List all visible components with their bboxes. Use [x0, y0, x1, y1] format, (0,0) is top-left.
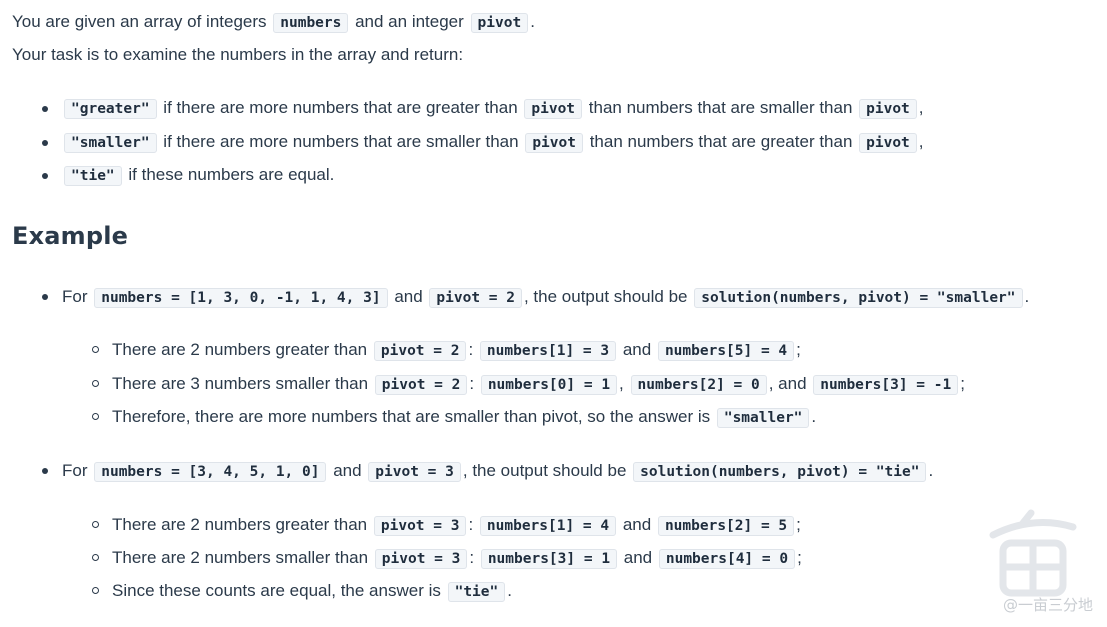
- rule-greater: "greater" if there are more numbers that…: [62, 97, 924, 119]
- circle-bullet-icon: [92, 521, 99, 528]
- text-segment: You are given an array of integers: [12, 12, 272, 31]
- text-segment: , and: [768, 374, 812, 393]
- inline-code: pivot = 2: [373, 341, 467, 361]
- inline-code: pivot: [525, 133, 583, 153]
- text-segment: , the output should be: [523, 287, 693, 306]
- inline-code: "smaller": [64, 133, 157, 153]
- inline-code: numbers[2] = 5: [657, 516, 795, 536]
- inline-code: numbers[3] = 1: [480, 549, 618, 569]
- text-segment: .: [1024, 287, 1030, 306]
- text-segment: Since these counts are equal, the answer…: [112, 581, 446, 600]
- inline-code: numbers: [273, 13, 349, 33]
- bullet-icon: [42, 140, 48, 146]
- text-segment: There are 3 numbers smaller than: [112, 374, 373, 393]
- intro-line-2: Your task is to examine the numbers in t…: [12, 45, 464, 64]
- text-segment: :: [469, 374, 479, 393]
- text-segment: and: [328, 461, 367, 480]
- inline-code: pivot = 2: [429, 288, 522, 308]
- inline-code: numbers[5] = 4: [657, 341, 795, 361]
- inline-code: pivot: [859, 133, 917, 153]
- text-segment: ;: [796, 515, 801, 534]
- inline-code: solution(numbers, pivot) = "smaller": [694, 288, 1023, 308]
- text-segment: and: [618, 340, 656, 359]
- text-segment: For: [62, 461, 93, 480]
- bullet-icon: [42, 173, 48, 179]
- inline-code: pivot = 3: [374, 549, 468, 569]
- text-segment: if these numbers are equal.: [123, 165, 335, 184]
- example-1-detail-1: There are 2 numbers greater than pivot =…: [112, 339, 801, 361]
- inline-code: pivot = 3: [373, 516, 467, 536]
- text-segment: There are 2 numbers greater than: [112, 515, 372, 534]
- text-segment: and: [618, 515, 656, 534]
- inline-code: "tie": [64, 166, 122, 186]
- circle-bullet-icon: [92, 346, 99, 353]
- inline-code: pivot = 2: [374, 375, 468, 395]
- inline-code: numbers[1] = 3: [479, 341, 617, 361]
- text-segment: There are 2 numbers greater than: [112, 340, 372, 359]
- text-segment: Therefore, there are more numbers that a…: [112, 407, 715, 426]
- text-segment: , the output should be: [462, 461, 632, 480]
- text-segment: if there are more numbers that are great…: [158, 98, 523, 117]
- example-2-detail-2: There are 2 numbers smaller than pivot =…: [112, 547, 802, 569]
- text-segment: ,: [918, 132, 924, 151]
- inline-code: numbers[4] = 0: [658, 549, 796, 569]
- inline-code: pivot: [524, 99, 583, 119]
- example-1-intro: For numbers = [1, 3, 0, -1, 1, 4, 3] and…: [62, 286, 1029, 308]
- text-segment: than numbers that are smaller than: [584, 98, 858, 117]
- text-segment: than numbers that are greater than: [584, 132, 858, 151]
- text-segment: :: [468, 340, 478, 359]
- text-segment: .: [928, 461, 934, 480]
- text-segment: .: [507, 581, 512, 600]
- inline-code: "greater": [64, 99, 157, 119]
- text-segment: and: [619, 548, 657, 567]
- example-1-detail-2: There are 3 numbers smaller than pivot =…: [112, 373, 965, 395]
- example-2-detail-1: There are 2 numbers greater than pivot =…: [112, 514, 801, 536]
- inline-code: numbers[1] = 4: [479, 516, 617, 536]
- text-segment: :: [469, 548, 479, 567]
- inline-code: numbers = [1, 3, 0, -1, 1, 4, 3]: [94, 288, 388, 308]
- inline-code: pivot: [470, 13, 529, 33]
- inline-code: "tie": [447, 582, 506, 602]
- text-segment: and an integer: [350, 12, 469, 31]
- intro-line-1: You are given an array of integers numbe…: [12, 11, 535, 33]
- circle-bullet-icon: [92, 413, 99, 420]
- example-2-detail-3: Since these counts are equal, the answer…: [112, 580, 512, 602]
- text-segment: For: [62, 287, 93, 306]
- bullet-icon: [42, 468, 48, 474]
- text-segment: :: [468, 515, 478, 534]
- circle-bullet-icon: [92, 380, 99, 387]
- watermark-text: @一亩三分地: [1002, 596, 1093, 614]
- example-2-intro: For numbers = [3, 4, 5, 1, 0] and pivot …: [62, 460, 933, 482]
- inline-code: solution(numbers, pivot) = "tie": [633, 462, 927, 482]
- inline-code: pivot: [859, 99, 917, 119]
- inline-code: numbers[3] = -1: [813, 375, 959, 395]
- inline-code: "smaller": [716, 408, 810, 428]
- text-segment: ;: [960, 374, 965, 393]
- text-segment: ,: [619, 374, 629, 393]
- text-segment: There are 2 numbers smaller than: [112, 548, 373, 567]
- inline-code: numbers[0] = 1: [480, 375, 618, 395]
- circle-bullet-icon: [92, 587, 99, 594]
- rule-tie: "tie" if these numbers are equal.: [62, 164, 334, 186]
- example-1-detail-3: Therefore, there are more numbers that a…: [112, 406, 816, 428]
- bullet-icon: [42, 294, 48, 300]
- text-segment: ;: [796, 340, 801, 359]
- inline-code: numbers = [3, 4, 5, 1, 0]: [94, 462, 327, 482]
- text-segment: .: [530, 12, 535, 31]
- circle-bullet-icon: [92, 554, 99, 561]
- rule-smaller: "smaller" if there are more numbers that…: [62, 131, 924, 153]
- inline-code: numbers[2] = 0: [630, 375, 767, 395]
- bullet-icon: [42, 106, 48, 112]
- text-segment: if there are more numbers that are small…: [158, 132, 524, 151]
- text-segment: ;: [797, 548, 802, 567]
- inline-code: pivot = 3: [368, 462, 461, 482]
- text-segment: ,: [918, 98, 924, 117]
- text-segment: and: [389, 287, 428, 306]
- text-segment: .: [811, 407, 817, 426]
- example-heading: Example: [12, 222, 129, 250]
